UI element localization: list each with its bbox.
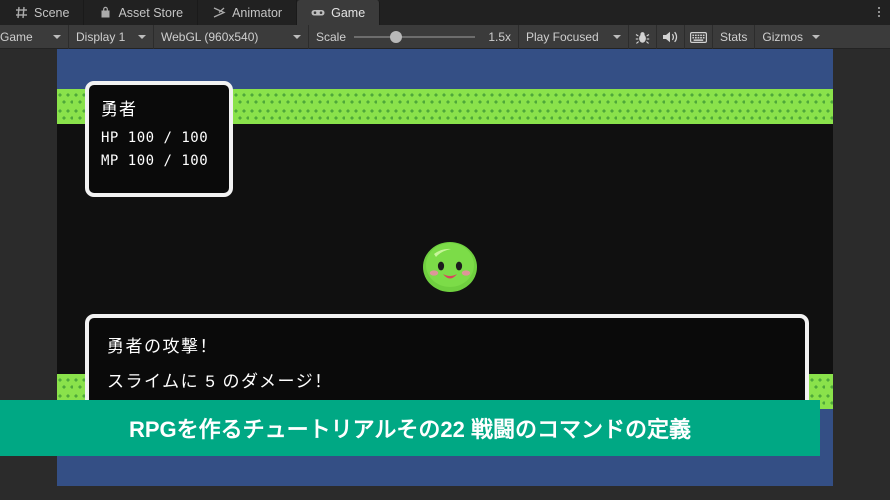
scale-control[interactable]: Scale 1.5x — [309, 25, 519, 49]
hero-name: 勇者 — [101, 100, 137, 119]
stats-grid-icon[interactable] — [685, 25, 713, 49]
chevron-down-icon — [812, 35, 821, 39]
gizmos-label: Gizmos — [762, 30, 804, 44]
target-display-value: Game — [0, 30, 33, 44]
chevron-down-icon — [53, 35, 61, 39]
tab-scene[interactable]: Scene — [0, 0, 85, 25]
hero-mp: MP 100 / 100 — [101, 153, 209, 169]
message-line-1: 勇者の攻撃！ — [107, 337, 218, 356]
scale-label: Scale — [316, 30, 347, 44]
chevron-down-icon — [138, 35, 146, 39]
tab-asset-store[interactable]: Asset Store — [84, 0, 199, 25]
shop-bag-icon — [98, 6, 112, 20]
tab-overflow-menu-icon[interactable] — [872, 2, 886, 22]
title-banner: RPGを作るチュートリアルその22 戦闘のコマンドの定義 — [0, 400, 820, 456]
play-mode-value: Play Focused — [526, 30, 599, 44]
app-root: Scene Asset Store Animator Game Game Dis… — [0, 0, 890, 500]
chevron-down-icon — [293, 35, 301, 39]
tab-animator[interactable]: Animator — [198, 0, 298, 25]
grid-icon — [14, 6, 28, 20]
slime-sprite — [420, 239, 480, 295]
bug-icon[interactable] — [629, 25, 657, 49]
animator-icon — [212, 6, 226, 20]
game-view-toolbar: Game Display 1 WebGL (960x540) Scale 1.5… — [0, 25, 890, 49]
chevron-down-icon — [613, 35, 621, 39]
display-value: Display 1 — [76, 30, 126, 44]
scale-slider[interactable] — [354, 30, 475, 44]
scale-slider-knob[interactable] — [390, 31, 403, 43]
gamepad-icon — [311, 6, 325, 20]
resolution-value: WebGL (960x540) — [161, 30, 259, 44]
gizmos-button[interactable]: Gizmos — [755, 25, 810, 49]
target-display-dropdown[interactable]: Game — [0, 25, 69, 49]
scale-value: 1.5x — [488, 30, 511, 44]
tab-label: Asset Store — [118, 5, 184, 20]
status-window: 勇者 HP 100 / 100 MP 100 / 100 — [85, 81, 233, 197]
tab-game[interactable]: Game — [297, 0, 381, 25]
mute-audio-icon[interactable] — [657, 25, 685, 49]
banner-text: RPGを作るチュートリアルその22 戦闘のコマンドの定義 — [128, 417, 692, 442]
tab-label: Game — [331, 5, 366, 20]
tab-label: Animator — [232, 5, 283, 20]
resolution-dropdown[interactable]: WebGL (960x540) — [154, 25, 309, 49]
display-dropdown[interactable]: Display 1 — [69, 25, 154, 49]
stats-label: Stats — [720, 30, 748, 44]
stats-button[interactable]: Stats — [713, 25, 756, 49]
message-line-2: スライムに 5 のダメージ！ — [107, 372, 333, 391]
gizmos-dropdown[interactable] — [810, 25, 826, 49]
scale-slider-track — [354, 36, 475, 38]
tab-label: Scene — [34, 5, 70, 20]
hero-hp: HP 100 / 100 — [101, 130, 209, 146]
editor-tab-bar: Scene Asset Store Animator Game — [0, 0, 890, 25]
play-mode-dropdown[interactable]: Play Focused — [519, 25, 629, 49]
